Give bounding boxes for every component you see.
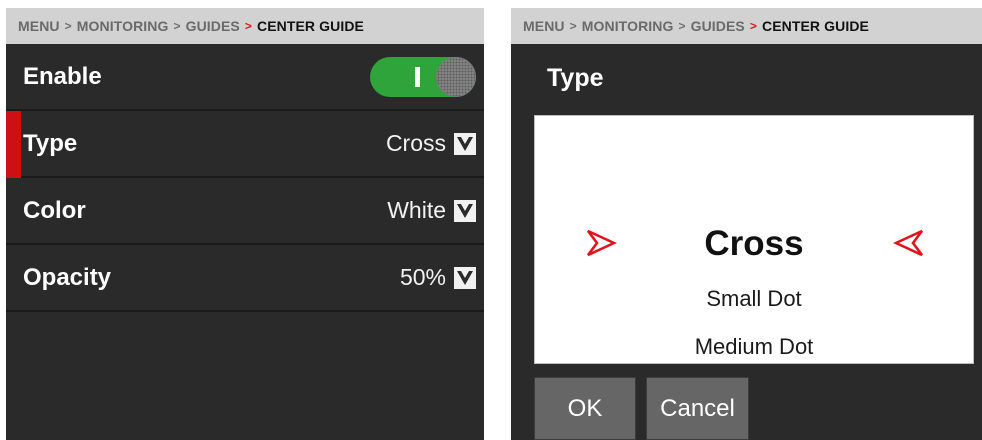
breadcrumb-item[interactable]: MENU: [523, 18, 565, 34]
type-picker[interactable]: Cross Small Dot Medium Dot: [534, 115, 974, 364]
type-label: Type: [23, 129, 78, 157]
breadcrumb-item[interactable]: MENU: [18, 18, 60, 34]
breadcrumb-item[interactable]: MONITORING: [582, 18, 674, 34]
toggle-knob[interactable]: [436, 56, 476, 97]
picker-option[interactable]: Medium Dot: [535, 334, 973, 360]
breadcrumb-item[interactable]: MONITORING: [77, 18, 169, 34]
opacity-dropdown[interactable]: 50%: [400, 264, 476, 291]
color-label: Color: [23, 196, 86, 224]
cancel-button[interactable]: Cancel: [646, 377, 749, 440]
enable-label: Enable: [23, 62, 102, 90]
opacity-label: Opacity: [23, 263, 112, 291]
breadcrumb-item[interactable]: GUIDES: [186, 18, 240, 34]
breadcrumb-separator: >: [678, 19, 686, 33]
type-row[interactable]: Type Cross: [6, 111, 484, 178]
color-dropdown[interactable]: White: [387, 197, 476, 224]
breadcrumb-separator: >: [569, 19, 577, 33]
type-dialog: MENU > MONITORING > GUIDES > CENTER GUID…: [511, 8, 982, 440]
breadcrumb: MENU > MONITORING > GUIDES > CENTER GUID…: [6, 8, 484, 44]
chevron-down-icon: [454, 199, 476, 222]
breadcrumb-current: CENTER GUIDE: [256, 18, 364, 34]
breadcrumb-separator: >: [64, 19, 72, 33]
chevron-down-icon: [454, 132, 476, 155]
breadcrumb-item[interactable]: GUIDES: [691, 18, 745, 34]
dialog-title: Type: [547, 64, 604, 92]
breadcrumb-current: CENTER GUIDE: [761, 18, 869, 34]
ok-button[interactable]: OK: [534, 377, 636, 440]
opacity-value: 50%: [399, 264, 446, 290]
type-value: Cross: [385, 130, 446, 156]
breadcrumb: MENU > MONITORING > GUIDES > CENTER GUID…: [511, 8, 982, 44]
arrow-left-icon: [892, 228, 925, 263]
toggle-on-indicator: [415, 66, 420, 87]
opacity-row[interactable]: Opacity 50%: [6, 245, 484, 312]
breadcrumb-separator-active: >: [749, 19, 757, 33]
picker-option[interactable]: Small Dot: [535, 286, 973, 312]
breadcrumb-separator: >: [173, 19, 181, 33]
settings-panel: MENU > MONITORING > GUIDES > CENTER GUID…: [6, 8, 484, 440]
enable-row[interactable]: Enable: [6, 44, 484, 111]
color-value: White: [387, 197, 446, 223]
chevron-down-icon: [454, 266, 476, 289]
selection-indicator: [6, 111, 21, 178]
type-dropdown[interactable]: Cross: [386, 130, 476, 157]
breadcrumb-separator-active: >: [244, 19, 252, 33]
enable-toggle[interactable]: [370, 56, 476, 97]
color-row[interactable]: Color White: [6, 178, 484, 245]
